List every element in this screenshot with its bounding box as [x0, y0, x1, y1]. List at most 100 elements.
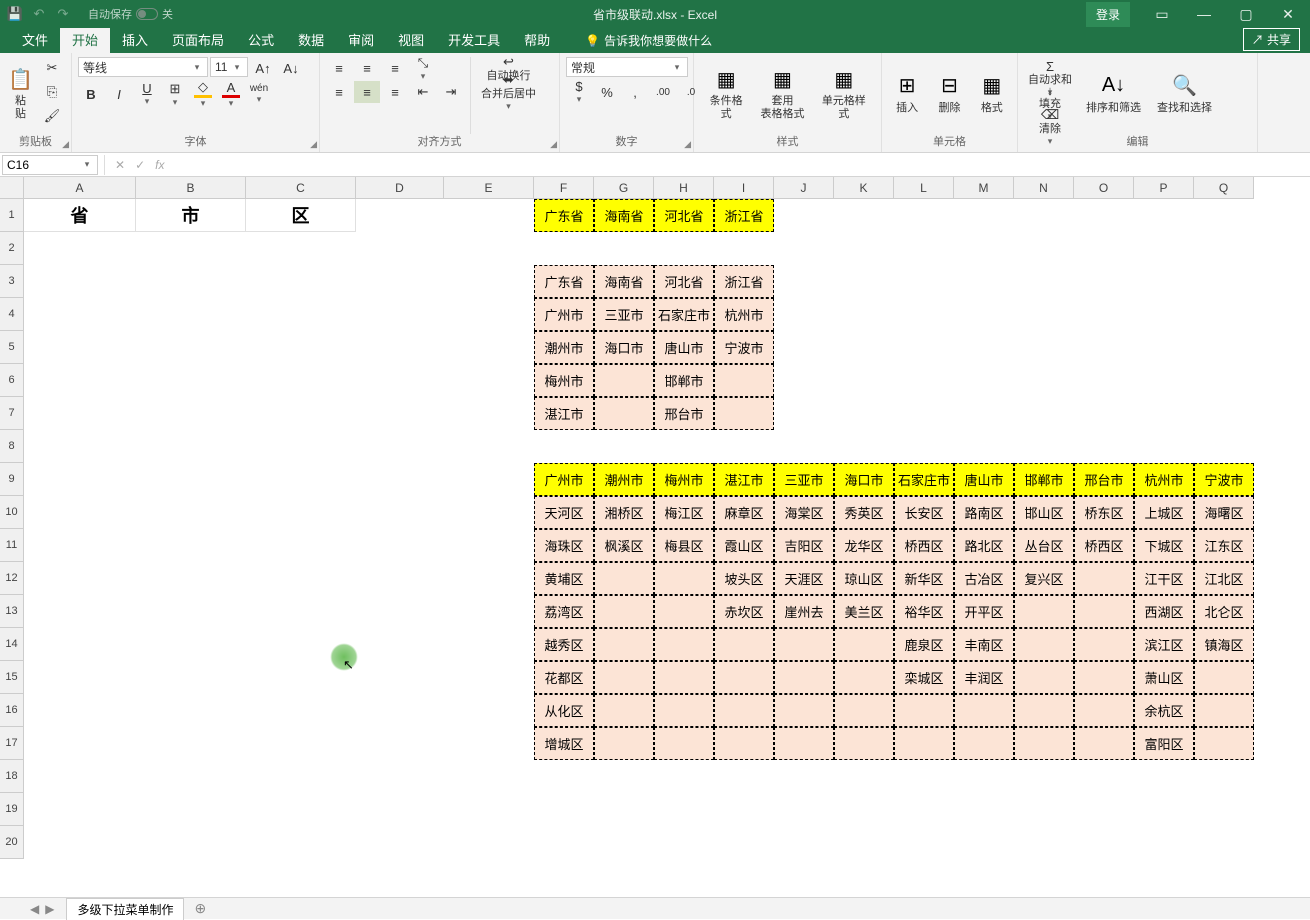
tab-review[interactable]: 审阅 — [336, 26, 386, 53]
clear-button[interactable]: ⌫清除▾ — [1024, 105, 1076, 127]
fill-button[interactable]: ↓填充▾ — [1024, 81, 1076, 103]
col-header[interactable]: E — [444, 177, 534, 199]
redo-icon[interactable]: ↷ — [54, 5, 72, 23]
bold-button[interactable]: B — [78, 83, 104, 105]
row-header[interactable]: 9 — [0, 463, 24, 496]
cell[interactable]: 秀英区 — [834, 496, 894, 529]
sheet-prev-icon[interactable]: ◀ — [30, 902, 39, 916]
cell[interactable] — [1014, 661, 1074, 694]
undo-icon[interactable]: ↶ — [30, 5, 48, 23]
align-center-button[interactable]: ≡ — [354, 81, 380, 103]
col-header[interactable]: B — [136, 177, 246, 199]
table-format-button[interactable]: ▦套用 表格格式 — [756, 57, 808, 127]
cell[interactable]: 邢台市 — [1074, 463, 1134, 496]
cell[interactable]: 市 — [136, 199, 246, 232]
col-header[interactable]: F — [534, 177, 594, 199]
cell[interactable]: 长安区 — [894, 496, 954, 529]
cell[interactable]: 河北省 — [654, 199, 714, 232]
cell[interactable]: 枫溪区 — [594, 529, 654, 562]
cell[interactable] — [894, 727, 954, 760]
cell[interactable]: 杭州市 — [1134, 463, 1194, 496]
copy-button[interactable]: ⎘ — [39, 81, 65, 103]
cell[interactable] — [1194, 661, 1254, 694]
col-header[interactable]: P — [1134, 177, 1194, 199]
enter-formula-icon[interactable]: ✓ — [135, 158, 145, 172]
cell[interactable]: 邢台市 — [654, 397, 714, 430]
cell[interactable]: 黄埔区 — [534, 562, 594, 595]
cell[interactable]: 琼山区 — [834, 562, 894, 595]
cell[interactable]: 浙江省 — [714, 265, 774, 298]
orientation-button[interactable]: ⤡▾ — [410, 57, 436, 79]
row-header[interactable]: 8 — [0, 430, 24, 463]
col-header[interactable]: O — [1074, 177, 1134, 199]
cell[interactable] — [1194, 727, 1254, 760]
cell[interactable]: 古冶区 — [954, 562, 1014, 595]
cell[interactable]: 路南区 — [954, 496, 1014, 529]
cell[interactable]: 栾城区 — [894, 661, 954, 694]
indent-decrease-button[interactable]: ⇤ — [410, 81, 436, 103]
fill-color-button[interactable]: ◇▾ — [190, 83, 216, 105]
col-header[interactable]: N — [1014, 177, 1074, 199]
cell[interactable]: 花都区 — [534, 661, 594, 694]
align-right-button[interactable]: ≡ — [382, 81, 408, 103]
cell[interactable]: 越秀区 — [534, 628, 594, 661]
sheet-tab[interactable]: 多级下拉菜单制作 — [66, 898, 184, 920]
cell[interactable]: 下城区 — [1134, 529, 1194, 562]
cell[interactable] — [1014, 628, 1074, 661]
col-header[interactable]: Q — [1194, 177, 1254, 199]
font-name-selector[interactable]: 等线▾ — [78, 57, 208, 77]
row-header[interactable]: 6 — [0, 364, 24, 397]
cell[interactable]: 鹿泉区 — [894, 628, 954, 661]
cell[interactable] — [714, 628, 774, 661]
merge-center-button[interactable]: ⬌合并后居中▾ — [477, 81, 540, 103]
align-bottom-button[interactable]: ≡ — [382, 57, 408, 79]
cell[interactable]: 湛江市 — [714, 463, 774, 496]
percent-button[interactable]: % — [594, 81, 620, 103]
cell[interactable] — [654, 562, 714, 595]
autosave-toggle[interactable]: 自动保存 关 — [88, 6, 173, 22]
cell[interactable] — [714, 364, 774, 397]
cell[interactable]: 龙华区 — [834, 529, 894, 562]
cell[interactable]: 赤坎区 — [714, 595, 774, 628]
cut-button[interactable]: ✂ — [39, 57, 65, 79]
cell[interactable]: 海口市 — [834, 463, 894, 496]
cell[interactable] — [1074, 727, 1134, 760]
cell[interactable] — [1014, 595, 1074, 628]
cell[interactable] — [594, 694, 654, 727]
cell[interactable]: 潮州市 — [594, 463, 654, 496]
cell[interactable]: 邯郸市 — [1014, 463, 1074, 496]
cell[interactable]: 河北省 — [654, 265, 714, 298]
format-cells-button[interactable]: ▦格式 — [973, 57, 1011, 127]
cell[interactable]: 海南省 — [594, 199, 654, 232]
border-button[interactable]: ⊞▾ — [162, 83, 188, 105]
col-header[interactable]: J — [774, 177, 834, 199]
cell[interactable]: 滨江区 — [1134, 628, 1194, 661]
sheet-next-icon[interactable]: ▶ — [45, 902, 54, 916]
cell[interactable]: 海棠区 — [774, 496, 834, 529]
cell[interactable]: 海曙区 — [1194, 496, 1254, 529]
increase-font-button[interactable]: A↑ — [250, 57, 276, 79]
col-header[interactable]: A — [24, 177, 136, 199]
cell[interactable]: 广东省 — [534, 199, 594, 232]
cell[interactable]: 江东区 — [1194, 529, 1254, 562]
cell[interactable] — [594, 397, 654, 430]
cell[interactable] — [834, 628, 894, 661]
cell[interactable]: 省 — [24, 199, 136, 232]
italic-button[interactable]: I — [106, 83, 132, 105]
col-header[interactable]: L — [894, 177, 954, 199]
row-header[interactable]: 14 — [0, 628, 24, 661]
row-header[interactable]: 13 — [0, 595, 24, 628]
cell[interactable]: 湛江市 — [534, 397, 594, 430]
cell[interactable]: 三亚市 — [774, 463, 834, 496]
cell[interactable]: 梅县区 — [654, 529, 714, 562]
cell[interactable]: 邯郸市 — [654, 364, 714, 397]
cell[interactable] — [834, 661, 894, 694]
row-header[interactable]: 3 — [0, 265, 24, 298]
cell[interactable]: 邯山区 — [1014, 496, 1074, 529]
cell[interactable] — [594, 562, 654, 595]
save-icon[interactable]: 💾 — [6, 5, 24, 23]
tab-page-layout[interactable]: 页面布局 — [160, 26, 236, 53]
row-header[interactable]: 15 — [0, 661, 24, 694]
cell[interactable]: 麻章区 — [714, 496, 774, 529]
cell[interactable]: 镇海区 — [1194, 628, 1254, 661]
